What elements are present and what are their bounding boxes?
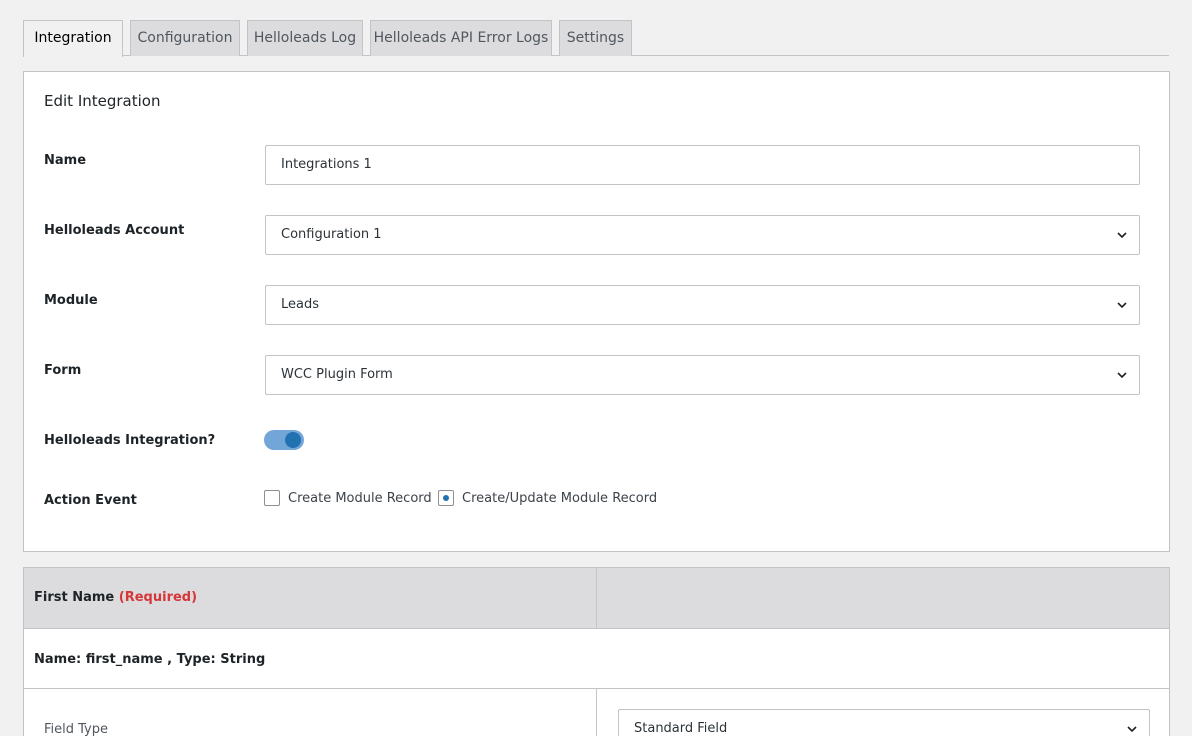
mapping-field-type-row: Field Type Standard Field (24, 689, 1169, 736)
field-type-value: Standard Field (634, 721, 728, 736)
field-info: Name: first_name , Type: String (34, 652, 266, 667)
field-type-label: Field Type (44, 722, 108, 736)
selected-dot-icon (443, 495, 449, 501)
mapping-field-title: First Name (Required) (34, 590, 197, 605)
toggle-knob (285, 432, 301, 448)
account-select[interactable]: Configuration 1 (265, 215, 1140, 255)
account-select-value: Configuration 1 (281, 227, 382, 242)
account-label: Helloleads Account (44, 223, 185, 238)
chevron-down-icon (1117, 232, 1127, 239)
form-label: Form (44, 363, 82, 378)
tab-settings[interactable]: Settings (559, 20, 632, 56)
edit-integration-card: Edit Integration Name Integrations 1 Hel… (23, 71, 1170, 552)
tab-helloleads-log[interactable]: Helloleads Log (247, 20, 363, 56)
form-select[interactable]: WCC Plugin Form (265, 355, 1140, 395)
name-input[interactable]: Integrations 1 (265, 145, 1140, 185)
tab-configuration[interactable]: Configuration (130, 20, 240, 56)
module-select-value: Leads (281, 297, 320, 312)
module-select[interactable]: Leads (265, 285, 1140, 325)
integration-toggle-label: Helloleads Integration? (44, 433, 216, 448)
tab-integration[interactable]: Integration (23, 20, 123, 57)
form-select-value: WCC Plugin Form (281, 367, 393, 382)
create-update-record-option[interactable]: Create/Update Module Record (438, 490, 657, 506)
integration-toggle[interactable] (264, 430, 304, 450)
create-record-option[interactable]: Create Module Record (264, 490, 432, 506)
tab-api-error-logs[interactable]: Helloleads API Error Logs (370, 20, 552, 56)
action-event-label: Action Event (44, 493, 137, 508)
create-update-record-checkbox[interactable] (438, 490, 454, 506)
create-record-checkbox[interactable] (264, 490, 280, 506)
field-mapping-table: First Name (Required) Name: first_name ,… (23, 567, 1170, 736)
tab-bar: Integration Configuration Helloleads Log… (23, 19, 1169, 57)
column-divider (596, 689, 597, 736)
create-update-record-label: Create/Update Module Record (462, 490, 658, 506)
mapping-header-row: First Name (Required) (24, 568, 1169, 629)
name-label: Name (44, 153, 87, 168)
chevron-down-icon (1127, 726, 1137, 733)
field-name: First Name (34, 590, 115, 605)
required-badge: (Required) (118, 590, 198, 605)
mapping-info-row: Name: first_name , Type: String (24, 629, 1169, 689)
column-divider (596, 568, 597, 629)
create-record-label: Create Module Record (288, 490, 432, 506)
page-title: Edit Integration (44, 92, 161, 110)
module-label: Module (44, 293, 98, 308)
chevron-down-icon (1117, 372, 1127, 379)
chevron-down-icon (1117, 302, 1127, 309)
field-type-select[interactable]: Standard Field (618, 709, 1150, 736)
